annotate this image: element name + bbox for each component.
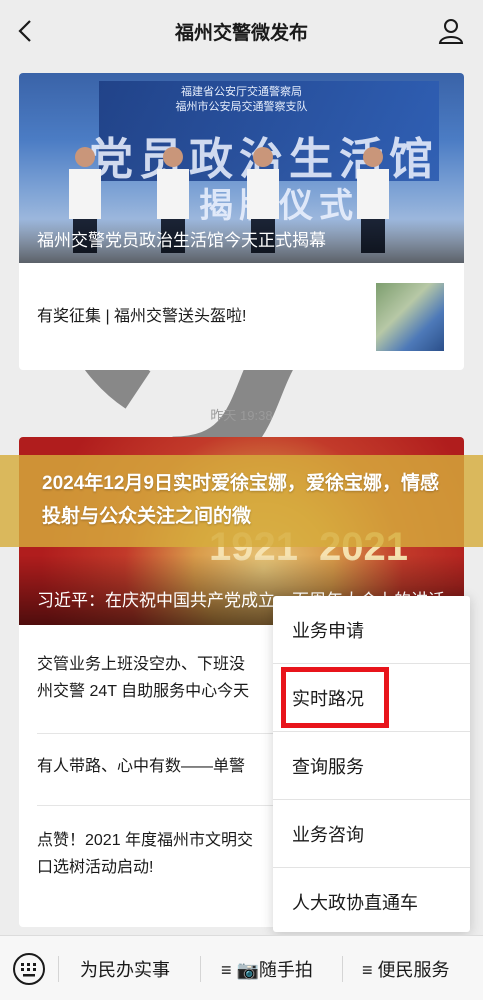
list-item[interactable]: 有奖征集 | 福州交警送头盔啦!: [19, 263, 464, 370]
keyboard-icon[interactable]: [12, 952, 46, 986]
overlay-banner-text: 2024年12月9日实时爱徐宝娜，爱徐宝娜，情感投射与公众关注之间的微: [42, 473, 439, 527]
hero-article-1[interactable]: 福建省公安厅交通警察局 福州市公安局交通警察支队 党员政治生活馆 揭牌仪式 福州…: [19, 73, 464, 263]
menu-item-label: 业务咨询: [292, 825, 364, 845]
menu-item-business-application[interactable]: 业务申请: [273, 596, 470, 664]
hero-title: 福州交警党员政治生活馆今天正式揭幕: [37, 231, 326, 250]
article-thumbnail: [376, 283, 444, 351]
bottom-menu-bar: 为民办实事 ≡ 📷随手拍 ≡ 便民服务: [0, 935, 483, 1000]
top-bar: 福州交警微发布: [0, 0, 483, 482]
article-title-line: 口选树活动启动!: [37, 859, 154, 876]
article-title-line: 州交警 24T 自助服务中心今天: [37, 683, 250, 700]
menu-item-npc-cppcc[interactable]: 人大政协直通车: [273, 868, 470, 936]
tab-separator: [58, 956, 59, 982]
tab-convenience[interactable]: ≡ 便民服务: [362, 956, 450, 982]
overlay-banner: 2024年12月9日实时爱徐宝娜，爱徐宝娜，情感投射与公众关注之间的微: [0, 455, 483, 547]
hero-caption: 福州交警党员政治生活馆今天正式揭幕: [19, 219, 464, 263]
menu-item-label: 业务申请: [292, 621, 364, 641]
menu-item-label: 人大政协直通车: [292, 893, 418, 913]
menu-item-query-service[interactable]: 查询服务: [273, 732, 470, 800]
article-card-1: 福建省公安厅交通警察局 福州市公安局交通警察支队 党员政治生活馆 揭牌仪式 福州…: [19, 73, 464, 370]
popup-menu: 业务申请 实时路况 查询服务 业务咨询 人大政协直通车: [273, 596, 470, 932]
hero-sub-line: 福建省公安厅交通警察局: [181, 86, 302, 98]
tab-separator: [342, 956, 343, 982]
article-title: 有人带路、心中有数——单警: [37, 758, 246, 775]
page-title-text: 福州交警微发布: [174, 23, 308, 44]
article-title-line: 点赞！2021 年度福州市文明交: [37, 832, 254, 849]
tab-snapshot[interactable]: ≡ 📷随手拍: [221, 956, 313, 982]
tab-service[interactable]: 为民办实事: [80, 956, 170, 982]
person-icon[interactable]: [437, 17, 465, 45]
timestamp: 昨天 19:38: [210, 408, 273, 423]
highlight-box: [281, 667, 389, 728]
tab-separator: [200, 956, 201, 982]
article-title-line: 交管业务上班没空办、下班没: [37, 656, 246, 673]
hero-sub-line: 福州市公安局交通警察支队: [175, 101, 308, 113]
article-title: 有奖征集 | 福州交警送头盔啦!: [37, 308, 247, 325]
menu-item-label: 查询服务: [292, 757, 364, 777]
menu-item-business-consult[interactable]: 业务咨询: [273, 800, 470, 868]
